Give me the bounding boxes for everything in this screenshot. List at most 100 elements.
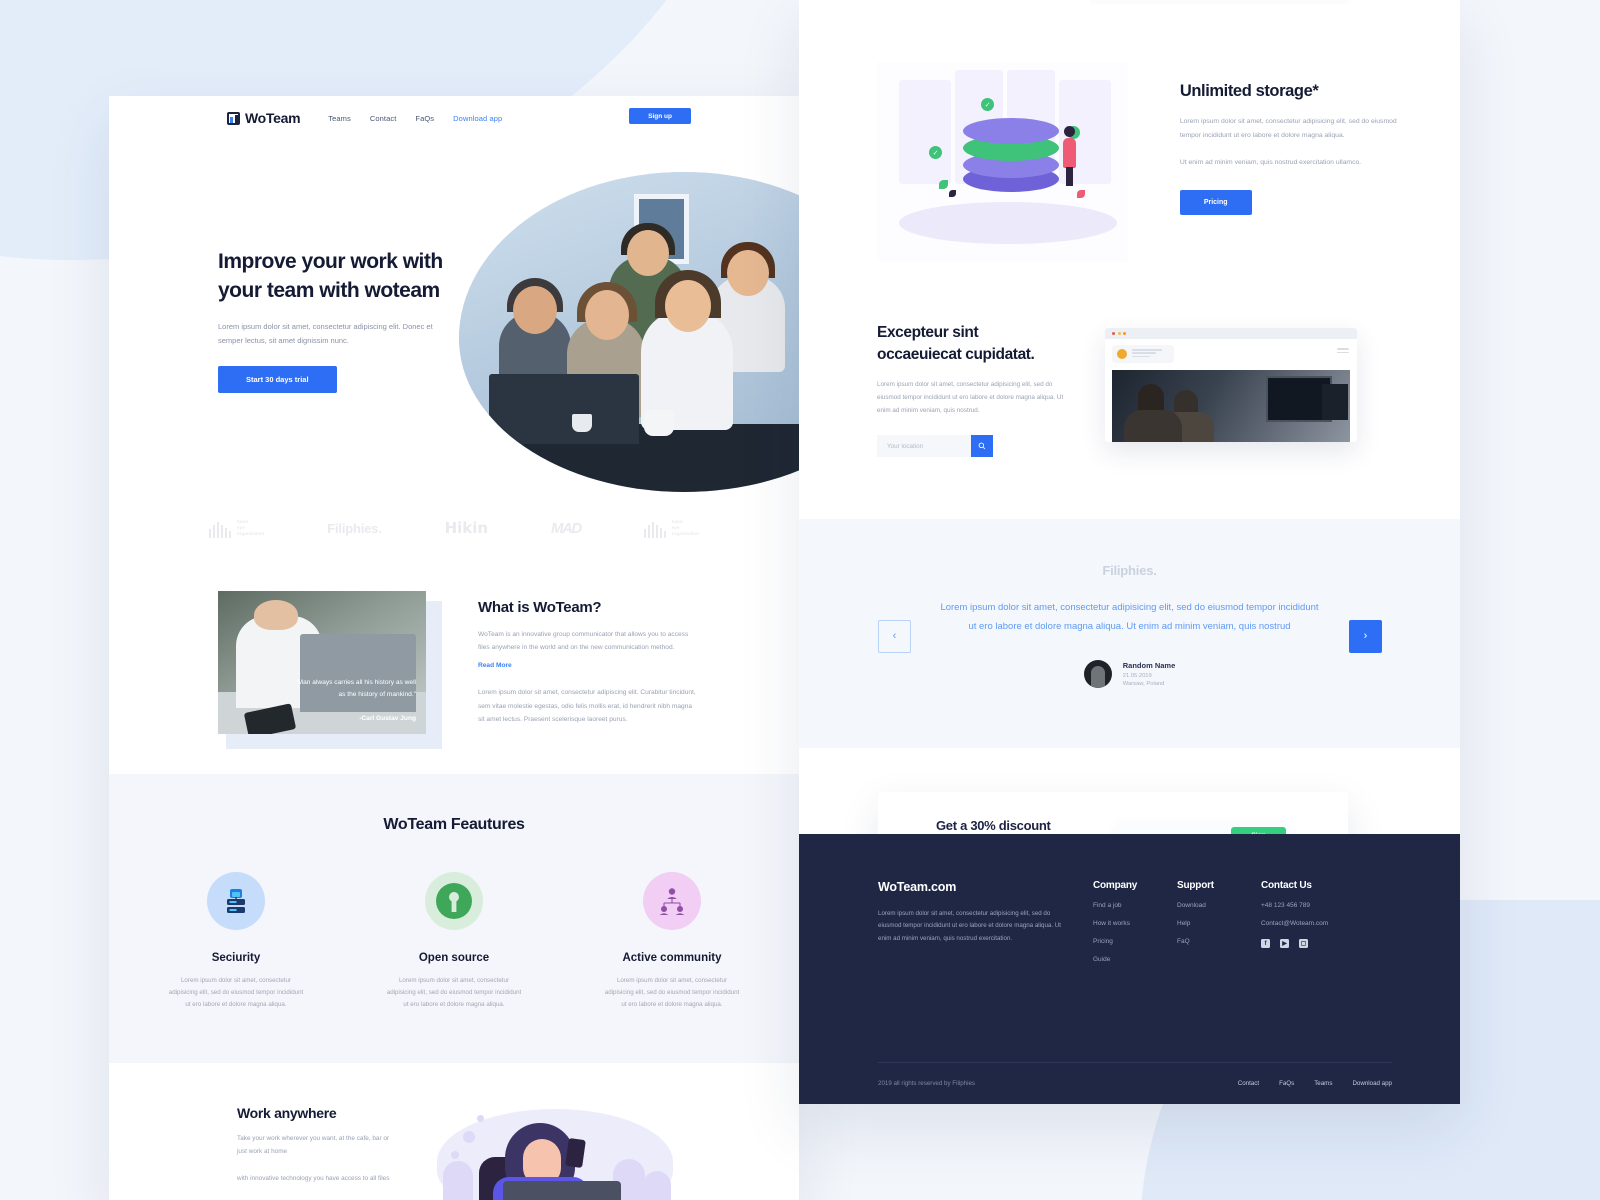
hero-subtext: Lorem ipsum dolor sit amet, consectetur … <box>218 321 433 345</box>
page-canvas: WoTeam Teams Contact FaQs Download app S… <box>0 0 1600 1200</box>
sunburst-icon <box>209 518 233 538</box>
read-more-link[interactable]: Read More <box>478 662 512 669</box>
footer-link-download[interactable]: Download <box>1177 902 1261 909</box>
footer-column-support: Support Download Help FaQ <box>1177 880 1261 963</box>
storage-copy: Unlimited storage* Lorem ipsum dolor sit… <box>1179 62 1400 262</box>
footer: WoTeam.com Lorem ipsum dolor sit amet, c… <box>799 834 1460 1104</box>
feature-card-open-source: Open source Lorem ipsum dolor sit amet, … <box>374 872 534 1011</box>
feature-text: Lorem ipsum dolor sit amet, consectetur … <box>168 977 304 1009</box>
left-page-mockup: WoTeam Teams Contact FaQs Download app S… <box>109 96 799 1200</box>
top-partial-card <box>1089 0 1349 4</box>
storage-paragraph-1: Lorem ipsum dolor sit amet, consectetur … <box>1179 118 1397 139</box>
search-button[interactable] <box>971 435 993 458</box>
about-section: "Man always carries all his history as w… <box>109 561 799 749</box>
lock-server-icon <box>207 872 265 930</box>
location-input[interactable] <box>877 435 971 458</box>
footer-social-links: f ▶ ▢ <box>1261 939 1381 948</box>
footer-column-contact: Contact Us +48 123 456 789 Contact@Wotea… <box>1261 880 1381 963</box>
footer-bottom-bar: 2019 all rights reserved by Filiphies Co… <box>878 1062 1392 1104</box>
close-dot-icon <box>1112 332 1115 335</box>
nav-links: Teams Contact FaQs Download app <box>328 114 502 123</box>
logo-filiphies: Filiphies. <box>327 520 382 536</box>
testimonial-author-meta: Random Name 21.05.2019 Warsaw, Poland <box>1123 661 1176 687</box>
nav-item-teams[interactable]: Teams <box>328 114 351 123</box>
feature-title: Seciurity <box>211 952 261 964</box>
maximize-dot-icon <box>1123 332 1127 335</box>
logo-text: WoTeam <box>245 110 301 126</box>
footer-bottom-links: Contact FaQs Teams Download app <box>1238 1080 1392 1087</box>
footer-link-help[interactable]: Help <box>1177 920 1261 927</box>
check-icon: ✓ <box>981 98 994 111</box>
footer-email[interactable]: Contact@Woteam.com <box>1261 920 1381 927</box>
location-search <box>877 435 1065 458</box>
testimonial-prev-button[interactable]: ‹ <box>878 619 911 653</box>
testimonial-quote: Lorem ipsum dolor sit amet, consectetur … <box>940 602 1319 633</box>
footer-link-faq[interactable]: FaQ <box>1177 938 1261 945</box>
site-logo[interactable]: WoTeam <box>227 110 301 126</box>
nav-signup-button[interactable]: Sign up <box>629 108 691 124</box>
instagram-icon[interactable]: ▢ <box>1299 939 1308 948</box>
footer-link-find-a-job[interactable]: Find a job <box>1093 902 1177 909</box>
nav-item-faqs[interactable]: FaQs <box>415 114 434 123</box>
features-section: WoTeam Feautures Seciurity Lorem ipsum d… <box>109 774 799 1064</box>
logo-mad: MAD <box>551 519 582 537</box>
footer-bottom-link-download-app[interactable]: Download app <box>1352 1080 1392 1087</box>
testimonial-author: Random Name 21.05.2019 Warsaw, Poland <box>799 660 1460 689</box>
feature-text: Lorem ipsum dolor sit amet, consectetur … <box>604 977 740 1009</box>
footer-bottom-link-faqs[interactable]: FaQs <box>1279 1080 1294 1087</box>
testimonial-next-button[interactable]: › <box>1349 619 1382 653</box>
footer-bottom-link-contact[interactable]: Contact <box>1238 1080 1259 1087</box>
nav-item-contact[interactable]: Contact <box>370 114 397 123</box>
about-paragraph-1: WoTeam is an innovative group communicat… <box>478 631 689 652</box>
footer-column-title: Support <box>1177 880 1214 891</box>
footer-phone[interactable]: +48 123 456 789 <box>1261 902 1381 909</box>
work-anywhere-copy: Work anywhere Take your work wherever yo… <box>237 1105 397 1200</box>
testimonial-brand: Filiphies. <box>1102 563 1157 579</box>
hero-copy: Improve your work with your team with wo… <box>218 248 448 393</box>
partner-logos: hand eye organization Filiphies. Hikin M… <box>109 495 799 561</box>
work-anywhere-illustration <box>427 1105 677 1200</box>
sunburst-icon <box>643 518 668 538</box>
facebook-icon[interactable]: f <box>1261 939 1270 948</box>
features-row: Seciurity Lorem ipsum dolor sit amet, co… <box>109 872 799 1011</box>
logo-hand-eye-text: hand eye organization <box>671 518 699 537</box>
footer-link-guide[interactable]: Guide <box>1093 956 1177 963</box>
footer-column-title: Contact Us <box>1261 880 1312 891</box>
person-figure <box>1062 126 1076 186</box>
hero-team-photo <box>459 172 799 492</box>
nav-item-download-app[interactable]: Download app <box>453 114 502 123</box>
check-icon: ✓ <box>929 146 942 159</box>
about-copy: What is WoTeam? WoTeam is an innovative … <box>478 591 699 734</box>
youtube-icon[interactable]: ▶ <box>1280 939 1289 948</box>
excepteur-section: Excepteur sint occaeuiecat cupidatat. Lo… <box>799 262 1460 458</box>
browser-photo <box>1112 370 1350 442</box>
storage-heading: Unlimited storage* <box>1179 82 1319 100</box>
open-source-icon <box>425 872 483 930</box>
testimonial-author-name: Random Name <box>1122 661 1176 671</box>
chevron-right-icon: › <box>1363 630 1368 643</box>
feature-title: Active community <box>622 952 722 964</box>
work-anywhere-paragraph-2: with innovative technology you have acce… <box>237 1174 390 1182</box>
menu-icon[interactable] <box>1337 348 1349 355</box>
about-paragraph-2: Lorem ipsum dolor sit amet, consectetur … <box>478 689 696 723</box>
feature-card-active-community: Active community Lorem ipsum dolor sit a… <box>592 872 752 1011</box>
start-trial-button[interactable]: Start 30 days trial <box>218 365 337 393</box>
footer-bottom-link-teams[interactable]: Teams <box>1314 1080 1332 1087</box>
work-anywhere-paragraph-1: Take your work wherever you want, at the… <box>237 1135 390 1156</box>
navbar: WoTeam Teams Contact FaQs Download app S… <box>109 96 799 140</box>
hero-heading: Improve your work with your team with wo… <box>218 250 443 302</box>
feature-text: Lorem ipsum dolor sit amet, consectetur … <box>386 977 522 1009</box>
pricing-button[interactable]: Pricing <box>1179 189 1252 215</box>
footer-column-company: Company Find a job How it works Pricing … <box>1093 880 1177 963</box>
testimonial-date: 21.05.2019 <box>1122 673 1152 680</box>
right-page-mockup: ✓ ✓ ✓ Unlimited storage* Lorem ipsum dol… <box>799 0 1460 1104</box>
browser-content <box>1105 339 1357 363</box>
logo-hand-eye-organization-1: hand eye organization <box>209 518 264 538</box>
feature-card-security: Seciurity Lorem ipsum dolor sit amet, co… <box>156 872 316 1011</box>
work-anywhere-section: Work anywhere Take your work wherever yo… <box>109 1063 799 1200</box>
footer-link-how-it-works[interactable]: How it works <box>1093 920 1177 927</box>
footer-link-pricing[interactable]: Pricing <box>1093 938 1177 945</box>
footer-copyright: 2019 all rights reserved by Filiphies <box>878 1080 975 1087</box>
browser-mockup <box>1105 328 1357 442</box>
footer-column-title: Company <box>1093 880 1138 891</box>
